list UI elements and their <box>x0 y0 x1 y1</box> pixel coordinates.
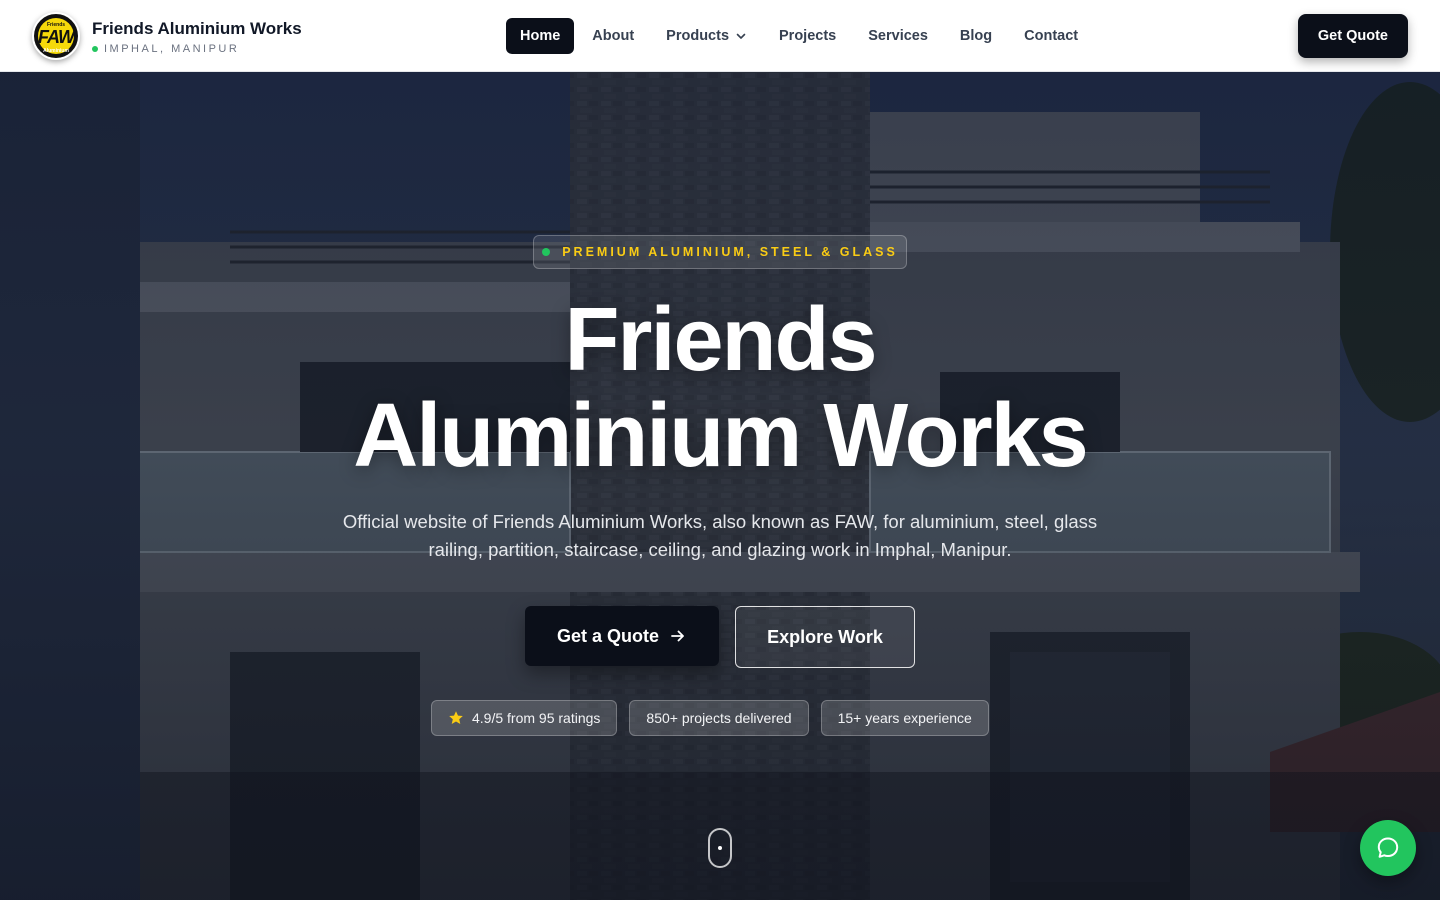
nav-products-label: Products <box>666 28 730 44</box>
chat-button[interactable] <box>1360 820 1416 876</box>
hero-stats: 4.9/5 from 95 ratings 850+ projects deli… <box>431 700 1001 736</box>
hero-section: PREMIUM ALUMINIUM, STEEL & GLASS Friends… <box>0 72 1440 900</box>
logo-bottom-text: Aluminium <box>43 48 69 54</box>
hero-title-line-2: Aluminium Works <box>353 386 1088 486</box>
explore-work-button[interactable]: Explore Work <box>735 606 915 668</box>
hero-cta-group: Get a Quote Explore Work <box>525 606 915 668</box>
hero-title: Friends Aluminium Works <box>0 292 1440 484</box>
projects-stat: 850+ projects delivered <box>629 700 809 736</box>
chevron-down-icon <box>736 33 746 39</box>
experience-stat: 15+ years experience <box>820 700 989 736</box>
get-a-quote-button[interactable]: Get a Quote <box>525 606 719 666</box>
site-header: Friends FAW Aluminium Friends Aluminium … <box>0 0 1440 72</box>
nav-blog[interactable]: Blog <box>946 18 1006 54</box>
get-quote-button[interactable]: Get Quote <box>1297 14 1408 58</box>
main-nav: Home About Products Projects Services Bl… <box>506 18 1096 54</box>
rating-stat: 4.9/5 from 95 ratings <box>431 700 618 736</box>
nav-products[interactable]: Products <box>652 18 761 54</box>
brand-name[interactable]: Friends Aluminium Works <box>92 18 302 40</box>
nav-home[interactable]: Home <box>506 18 575 54</box>
brand[interactable]: Friends FAW Aluminium Friends Aluminium … <box>32 12 302 60</box>
star-icon <box>449 711 463 724</box>
brand-text: Friends Aluminium Works IMPHAL, MANIPUR <box>92 18 302 55</box>
logo-mark: FAW <box>38 27 75 47</box>
eyebrow-status-dot <box>542 248 551 256</box>
hero-overlay <box>0 72 1440 900</box>
scroll-indicator[interactable] <box>708 828 732 868</box>
nav-projects[interactable]: Projects <box>765 18 850 54</box>
location-status-dot <box>92 45 98 52</box>
brand-location: IMPHAL, MANIPUR <box>92 43 302 55</box>
rating-stat-text: 4.9/5 from 95 ratings <box>472 710 601 726</box>
brand-logo[interactable]: Friends FAW Aluminium <box>32 12 80 60</box>
location-text: IMPHAL, MANIPUR <box>104 42 240 55</box>
eyebrow-text: PREMIUM ALUMINIUM, STEEL & GLASS <box>562 245 898 259</box>
chat-icon <box>1377 837 1399 858</box>
hero-title-line-1: Friends <box>564 290 877 390</box>
hero-eyebrow-badge: PREMIUM ALUMINIUM, STEEL & GLASS <box>533 235 907 269</box>
nav-contact[interactable]: Contact <box>1010 18 1092 54</box>
hero-subtitle: Official website of Friends Aluminium Wo… <box>342 511 1098 560</box>
nav-services[interactable]: Services <box>854 18 942 54</box>
arrow-right-icon <box>671 630 684 642</box>
nav-about[interactable]: About <box>578 18 648 54</box>
scroll-indicator-dot <box>718 846 722 850</box>
get-a-quote-label: Get a Quote <box>556 625 659 646</box>
